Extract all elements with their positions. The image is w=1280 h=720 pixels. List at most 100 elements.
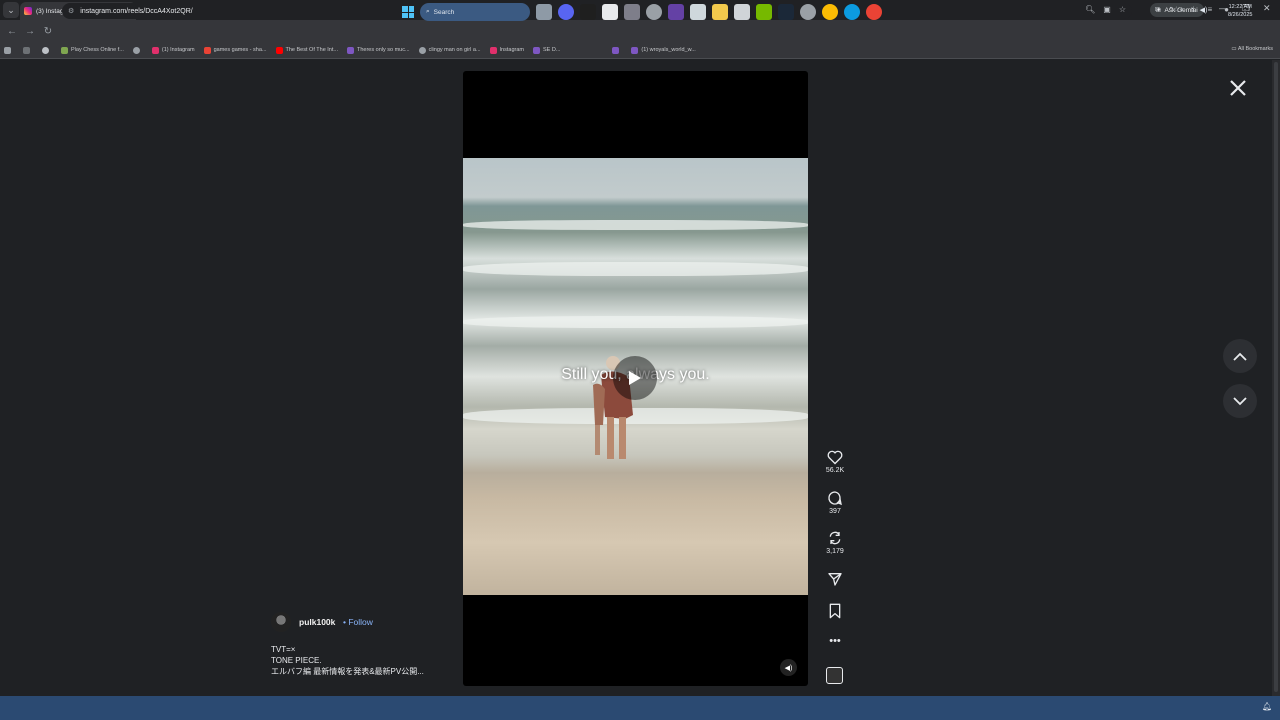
back-icon[interactable]: ← xyxy=(3,26,21,37)
description-line: TONE PIECE. xyxy=(271,656,322,665)
play-icon xyxy=(629,371,641,385)
reel-player[interactable]: Still you, always you. ◀) xyxy=(463,71,808,686)
comment-icon xyxy=(828,491,842,506)
all-bookmarks-button[interactable]: ▭ All Bookmarks xyxy=(1231,46,1273,52)
app-icon[interactable] xyxy=(690,4,706,20)
forward-icon[interactable]: → xyxy=(21,26,39,37)
chevron-up-icon[interactable]: ⌃ xyxy=(1168,6,1174,14)
chrome-icon[interactable] xyxy=(42,46,52,54)
site-info-icon[interactable]: ⚙ xyxy=(68,7,74,15)
repost-icon xyxy=(829,531,841,545)
wave-decoration xyxy=(463,262,808,276)
chrome-icon[interactable] xyxy=(822,4,838,20)
app-icon[interactable] xyxy=(734,4,750,20)
repost-count: 3,179 xyxy=(826,548,844,555)
grid-icon[interactable] xyxy=(23,46,33,54)
bookmark-item[interactable]: Instagram xyxy=(489,46,524,54)
zoom-icon[interactable]: 🔍︎ xyxy=(1085,5,1095,14)
bookmark-favicon-icon xyxy=(61,46,68,54)
wave-decoration xyxy=(463,220,808,230)
twitch-icon[interactable] xyxy=(668,4,684,20)
follow-button[interactable]: • Follow xyxy=(343,617,373,627)
bookmark-item[interactable] xyxy=(612,46,622,54)
repost-button[interactable]: 3,179 xyxy=(817,530,853,555)
share-send-icon xyxy=(828,573,842,586)
bookmark-item[interactable]: Theres only so muc... xyxy=(346,46,410,54)
bookmarks-bar: Play Chess Online f... (1) Instagram gam… xyxy=(0,42,1280,59)
username-link[interactable]: pulk100k xyxy=(299,617,335,627)
steam-icon[interactable] xyxy=(778,4,794,20)
audio-thumbnail[interactable] xyxy=(826,667,843,684)
instagram-favicon-icon xyxy=(24,7,32,15)
notification-bell-icon[interactable]: 🔔︎ xyxy=(1262,702,1272,711)
play-button[interactable] xyxy=(613,356,657,400)
comment-count: 397 xyxy=(829,508,841,515)
reel-description[interactable]: TVT=× TONE PIECE. エルバフ編 最新情報を発表&最新PV公開..… xyxy=(271,644,424,677)
system-tray: ⌃ ♪ ◔ ◀) xyxy=(1168,6,1207,14)
bookmark-item[interactable]: Play Chess Online f... xyxy=(61,46,124,54)
app-icon[interactable] xyxy=(646,4,662,20)
app-icon[interactable] xyxy=(580,4,596,20)
extensions-icon[interactable]: ⧉ xyxy=(1155,5,1161,15)
scrollbar-thumb[interactable] xyxy=(1274,62,1278,692)
clock-time: 12:22 AM xyxy=(1228,4,1252,10)
reload-icon[interactable]: ↻ xyxy=(39,26,57,37)
more-options-icon[interactable]: ••• xyxy=(817,635,853,647)
bookmark-item[interactable]: (1) wroyals_world_w... xyxy=(631,46,696,54)
comment-button[interactable]: 397 xyxy=(817,490,853,515)
url-text[interactable]: instagram.com/reels/DccA4Xot2QR/ xyxy=(80,8,192,15)
nvidia-icon[interactable] xyxy=(756,4,772,20)
task-view-icon[interactable] xyxy=(536,4,552,20)
tab-search-button[interactable]: ⌄ xyxy=(3,2,19,18)
close-window-button[interactable]: ✕ xyxy=(1263,3,1271,14)
like-button[interactable]: 56.2K xyxy=(817,450,853,474)
mute-button[interactable]: ◀) xyxy=(780,659,797,676)
description-line: エルバフ編 最新情報を発表&最新PV公開... xyxy=(271,667,424,676)
notepad-icon[interactable] xyxy=(602,4,618,20)
microphone-icon[interactable]: ♪ xyxy=(1180,6,1184,14)
bookmark-item[interactable]: (1) Instagram xyxy=(151,46,195,54)
chevron-down-icon xyxy=(1233,396,1247,405)
windows-start-icon[interactable] xyxy=(402,6,414,18)
save-button[interactable] xyxy=(817,603,853,619)
chevron-up-icon xyxy=(1233,352,1247,361)
close-icon[interactable] xyxy=(1228,78,1248,98)
bookmark-item[interactable]: clingy man on girl a... xyxy=(418,46,481,54)
windows-taskbar xyxy=(0,696,1280,720)
edge-icon[interactable] xyxy=(844,4,860,20)
chrome-profile-icon[interactable] xyxy=(866,4,882,20)
bookmark-item[interactable]: games games - sha... xyxy=(203,46,267,54)
bookmark-icon xyxy=(829,603,841,619)
bookmark-item[interactable] xyxy=(132,46,143,54)
browser-toolbar: ← → ↻ xyxy=(0,20,1280,42)
speaker-muted-icon: ◀) xyxy=(784,664,793,672)
taskbar-search-placeholder: Search xyxy=(433,8,455,16)
bookmark-star-icon[interactable]: ☆ xyxy=(1119,5,1126,14)
wave-decoration xyxy=(463,316,808,328)
all-bookmarks-label: All Bookmarks xyxy=(1237,46,1273,52)
share-button[interactable] xyxy=(817,571,853,587)
file-explorer-icon[interactable] xyxy=(712,4,728,20)
wifi-icon[interactable]: ◔ xyxy=(1189,6,1193,14)
taskbar-search[interactable]: ⌕ Search xyxy=(420,3,530,21)
apps-icon[interactable] xyxy=(4,46,14,54)
volume-icon[interactable]: ◀) xyxy=(1200,6,1208,14)
bookmark-item[interactable]: The Best Of The Int... xyxy=(275,46,338,54)
description-line: TVT=× xyxy=(271,645,296,654)
previous-reel-button[interactable] xyxy=(1223,339,1257,373)
clock-date: 8/26/2025 xyxy=(1228,12,1253,18)
next-reel-button[interactable] xyxy=(1223,384,1257,418)
heart-icon xyxy=(827,450,843,465)
taskbar-clock[interactable]: 12:22 AM 8/26/2025 xyxy=(1228,3,1252,19)
search-icon: ⌕ xyxy=(426,8,430,15)
discord-icon[interactable] xyxy=(558,4,574,20)
page-scrollbar[interactable] xyxy=(1272,60,1280,696)
like-count: 56.2K xyxy=(825,467,845,474)
bookmark-item[interactable]: SE D... xyxy=(533,46,560,54)
avatar[interactable] xyxy=(271,612,291,632)
media-icon[interactable]: ≡ xyxy=(1207,5,1212,15)
settings-icon[interactable] xyxy=(800,4,816,20)
app-icon[interactable] xyxy=(624,4,640,20)
reel-video[interactable]: Still you, always you. xyxy=(463,158,808,595)
translate-icon[interactable]: ▣ xyxy=(1103,5,1111,14)
